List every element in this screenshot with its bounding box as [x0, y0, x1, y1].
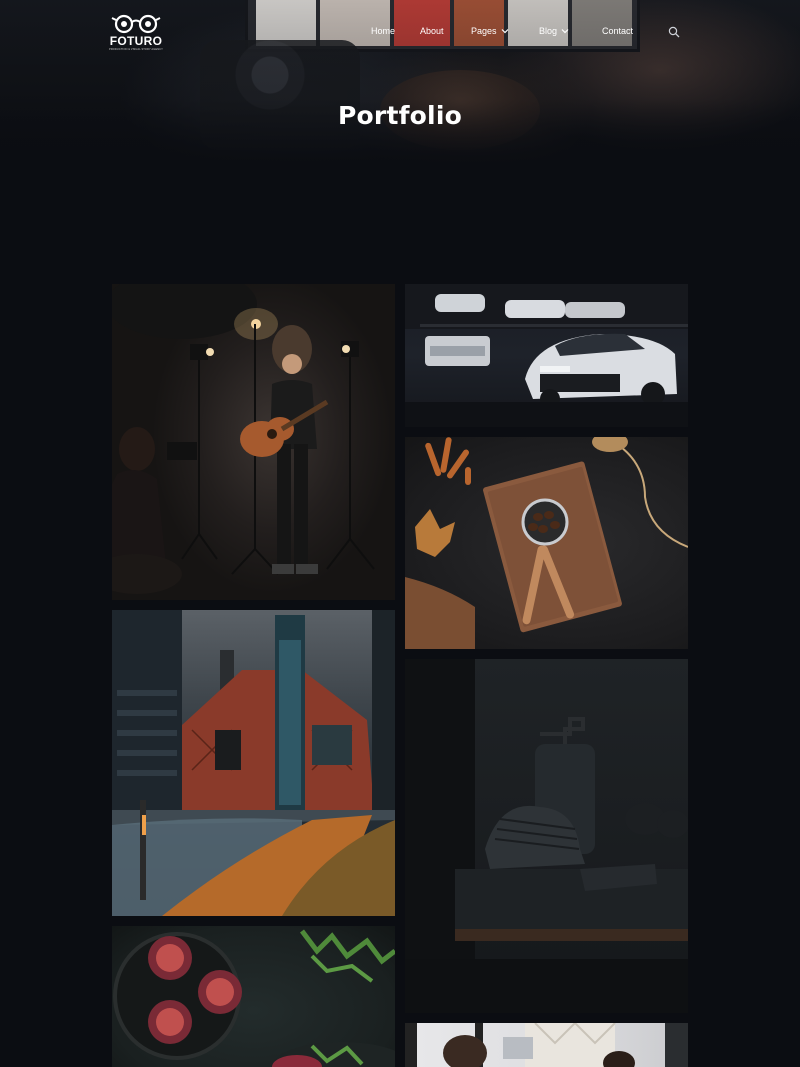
portfolio-item-people[interactable] [405, 1023, 688, 1067]
nav-item-label: Home [371, 26, 396, 36]
portfolio-item-figs[interactable] [112, 926, 395, 1067]
product-photo [405, 659, 688, 1013]
nav-item-label: Blog [539, 26, 558, 36]
people-photo [405, 1023, 688, 1067]
search-icon[interactable] [668, 26, 680, 38]
page-title: Portfolio [338, 101, 462, 130]
building-photo [112, 610, 395, 916]
nav-item-label: Pages [471, 26, 497, 36]
nav-item-contact[interactable]: Contact [602, 26, 633, 36]
nav-item-blog[interactable]: Blog [539, 26, 569, 36]
nav-item-label: About [420, 26, 444, 36]
nav-item-home[interactable]: Home [371, 26, 395, 36]
musician-photo [112, 284, 375, 594]
portfolio-item-building[interactable] [112, 610, 395, 916]
portfolio-item-coffee[interactable] [405, 437, 688, 649]
portfolio-item-musician[interactable] [112, 284, 395, 600]
chevron-down-icon [501, 29, 508, 34]
nav-item-label: Contact [602, 26, 634, 36]
portfolio-item-cars[interactable] [405, 284, 688, 427]
cars-photo [405, 284, 688, 427]
chevron-down-icon [561, 29, 569, 34]
main-nav: Home About Pages Blog Contact [0, 26, 800, 42]
portfolio-item-product[interactable] [405, 659, 688, 1013]
figs-photo [113, 929, 395, 1067]
coffee-photo [405, 437, 688, 649]
brand-tagline: PRODUCTION & VISUAL STORY AGENCY [109, 48, 163, 51]
nav-item-about[interactable]: About [420, 26, 444, 36]
nav-item-pages[interactable]: Pages [471, 26, 509, 36]
